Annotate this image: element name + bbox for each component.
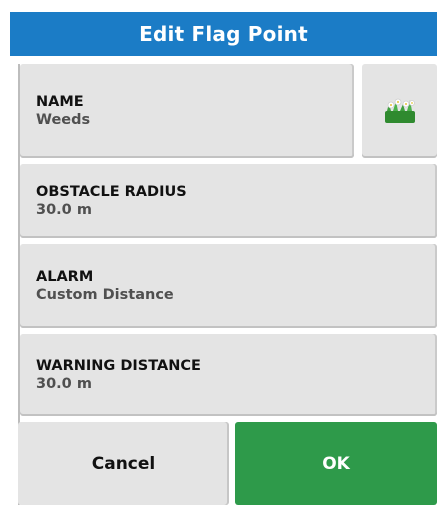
warning-distance-field[interactable]: WARNING DISTANCE 30.0 m — [20, 334, 437, 416]
flag-icon-button[interactable] — [362, 64, 437, 158]
dialog-title: Edit Flag Point — [10, 12, 437, 56]
warning-distance-value: 30.0 m — [36, 376, 92, 392]
name-field[interactable]: NAME Weeds — [20, 64, 354, 158]
obstacle-radius-label: OBSTACLE RADIUS — [36, 184, 187, 200]
name-value: Weeds — [36, 112, 91, 128]
name-label: NAME — [36, 94, 84, 110]
alarm-field[interactable]: ALARM Custom Distance — [20, 244, 437, 328]
warning-distance-label: WARNING DISTANCE — [36, 358, 201, 374]
obstacle-radius-value: 30.0 m — [36, 202, 92, 218]
weeds-flag-icon — [384, 98, 415, 123]
alarm-label: ALARM — [36, 269, 94, 285]
ok-button[interactable]: OK — [235, 422, 437, 505]
cancel-button[interactable]: Cancel — [18, 422, 229, 505]
obstacle-radius-field[interactable]: OBSTACLE RADIUS 30.0 m — [20, 164, 437, 238]
edit-flag-point-dialog: Edit Flag Point NAME Weeds OBSTACLE RADI… — [10, 12, 437, 505]
alarm-value: Custom Distance — [36, 287, 174, 303]
